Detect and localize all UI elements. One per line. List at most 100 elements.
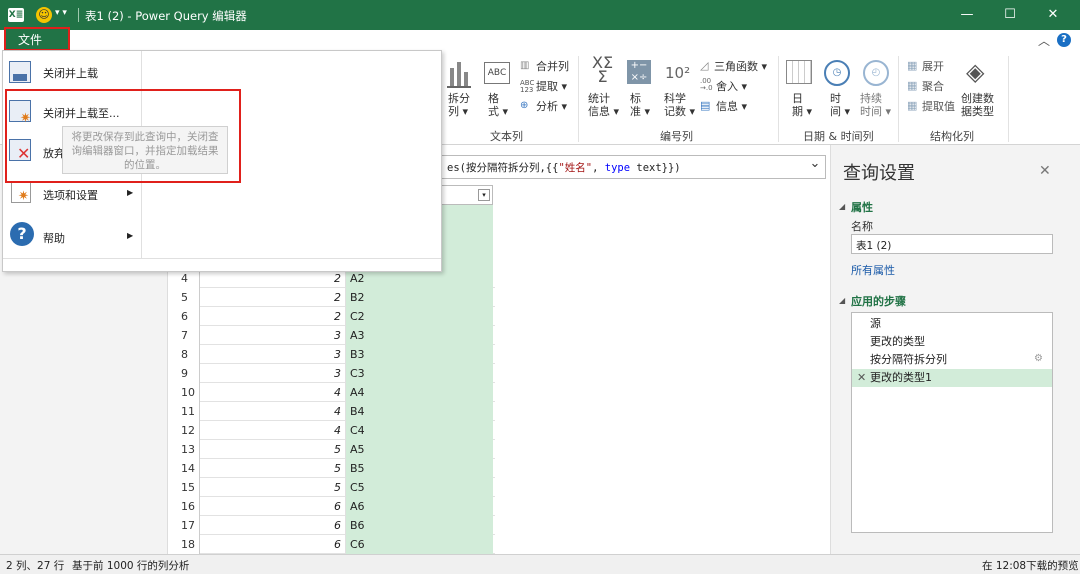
row-number: 10 [170,383,200,402]
cell-value[interactable]: 5 [200,478,346,497]
step-item[interactable]: 源 [852,315,1052,333]
delete-step-icon[interactable]: ✕ [857,371,866,384]
qat-separator [78,8,79,22]
table-row[interactable]: 14 5 B5 [170,459,495,478]
cell-value[interactable]: 5 [200,440,346,459]
expand-button[interactable]: 展开 [922,60,944,73]
extract-values-icon: ▦ [907,99,918,112]
row-number: 18 [170,535,200,554]
cell-text[interactable]: B4 [346,402,493,421]
cell-value[interactable]: 6 [200,516,346,535]
cell-text[interactable]: B3 [346,345,493,364]
menu-item-help[interactable]: ? 帮助 ▶ [3,216,141,256]
table-row[interactable]: 8 3 B3 [170,345,495,364]
cell-text[interactable]: A6 [346,497,493,516]
round-button[interactable]: 舍入 ▾ [716,80,747,93]
cell-value[interactable]: 2 [200,288,346,307]
cell-value[interactable]: 4 [200,383,346,402]
table-row[interactable]: 18 6 C6 [170,535,495,554]
ribbon-collapse-icon[interactable]: ︿ [1038,32,1050,49]
cell-text[interactable]: A4 [346,383,493,402]
formula-bar[interactable]: es(按分隔符拆分列,{{"姓名", type text}}) [440,155,826,179]
table-row[interactable]: 7 3 A3 [170,326,495,345]
trig-button[interactable]: 三角函数 ▾ [714,60,767,73]
applied-steps-list: 源 更改的类型 按分隔符拆分列 ⚙ 更改的类型1 ✕ [851,312,1053,533]
cell-text[interactable]: B6 [346,516,493,535]
help-icon: ? [10,222,34,246]
cell-value[interactable]: 3 [200,364,346,383]
parse-button[interactable]: 分析 ▾ [536,100,567,113]
cell-value[interactable]: 5 [200,459,346,478]
gear-icon[interactable]: ⚙ [1034,353,1043,364]
collapse-icon[interactable]: ◢ [839,296,845,305]
extract-values-button[interactable]: 提取值 [922,100,955,113]
group-label-text-column: 文本列 [490,130,523,143]
row-number: 16 [170,497,200,516]
standard-button[interactable]: 标 准 ▾ [630,92,650,118]
merge-columns-button[interactable]: 合并列 [536,60,569,73]
step-item[interactable]: 更改的类型 [852,333,1052,351]
table-row[interactable]: 11 4 B4 [170,402,495,421]
all-properties-link[interactable]: 所有属性 [851,262,895,278]
time-button[interactable]: 时 间 ▾ [830,92,850,118]
close-button[interactable]: ✕ [1043,7,1063,22]
table-row[interactable]: 10 4 A4 [170,383,495,402]
cell-value[interactable]: 2 [200,307,346,326]
create-datatype-button[interactable]: 创建数 据类型 [961,92,994,118]
table-row[interactable]: 13 5 A5 [170,440,495,459]
cell-value[interactable]: 3 [200,326,346,345]
cell-value[interactable]: 4 [200,421,346,440]
format-button[interactable]: 格 式 ▾ [488,92,508,118]
statistics-button[interactable]: 统计 信息 ▾ [588,92,619,118]
column-filter-icon[interactable]: ▾ [478,189,490,201]
cell-text[interactable]: A3 [346,326,493,345]
smiley-icon[interactable]: ☺ [36,7,52,23]
cell-value[interactable]: 6 [200,497,346,516]
maximize-button[interactable]: ☐ [1000,7,1020,22]
table-row[interactable]: 17 6 B6 [170,516,495,535]
table-row[interactable]: 9 3 C3 [170,364,495,383]
qat-dropdown-icon[interactable]: ▾ ▾ [55,8,67,18]
status-bar: 2 列、27 行 基于前 1000 行的列分析 在 12:08下载的预览 [0,554,1080,574]
table-row[interactable]: 5 2 B2 [170,288,495,307]
row-number: 8 [170,345,200,364]
name-input[interactable]: 表1 (2) [851,234,1053,254]
row-number: 7 [170,326,200,345]
minimize-button[interactable]: — [957,7,977,22]
expand-icon: ▦ [907,59,918,72]
cell-value[interactable]: 3 [200,345,346,364]
table-row[interactable]: 12 4 C4 [170,421,495,440]
extract-button[interactable]: 提取 ▾ [536,80,567,93]
cell-text[interactable]: C2 [346,307,493,326]
cell-text[interactable]: C6 [346,535,493,554]
cell-text[interactable]: C5 [346,478,493,497]
aggregate-button[interactable]: 聚合 [922,80,944,93]
table-row[interactable]: 16 6 A6 [170,497,495,516]
collapse-icon[interactable]: ◢ [839,202,845,211]
cell-text[interactable]: C4 [346,421,493,440]
duration-button[interactable]: 持续 时间 ▾ [860,92,891,118]
cell-value[interactable]: 4 [200,402,346,421]
table-row[interactable]: 6 2 C2 [170,307,495,326]
step-item-selected[interactable]: 更改的类型1 [852,369,1052,387]
applied-steps-header: 应用的步骤 [851,295,906,308]
split-column-button[interactable]: 拆分 列 ▾ [448,92,470,118]
round-icon: .00 →.0 [700,77,713,92]
panel-close-icon[interactable]: ✕ [1039,163,1051,179]
datatype-icon: ◈ [966,58,985,86]
cell-text[interactable]: C3 [346,364,493,383]
info-button[interactable]: 信息 ▾ [716,100,747,113]
help-icon[interactable]: ? [1057,33,1071,47]
cell-text[interactable]: B2 [346,288,493,307]
highlight-file-tab [4,27,70,51]
menu-item-close-load[interactable]: 关闭并上载 [3,51,141,91]
cell-text[interactable]: A5 [346,440,493,459]
ribbon-separator [778,56,779,142]
cell-text[interactable]: B5 [346,459,493,478]
formula-expand-button[interactable]: ⌄ [806,156,824,178]
table-row[interactable]: 15 5 C5 [170,478,495,497]
scientific-button[interactable]: 科学 记数 ▾ [664,92,695,118]
date-button[interactable]: 日 期 ▾ [792,92,812,118]
cell-value[interactable]: 6 [200,535,346,554]
step-item[interactable]: 按分隔符拆分列 [852,351,1052,369]
